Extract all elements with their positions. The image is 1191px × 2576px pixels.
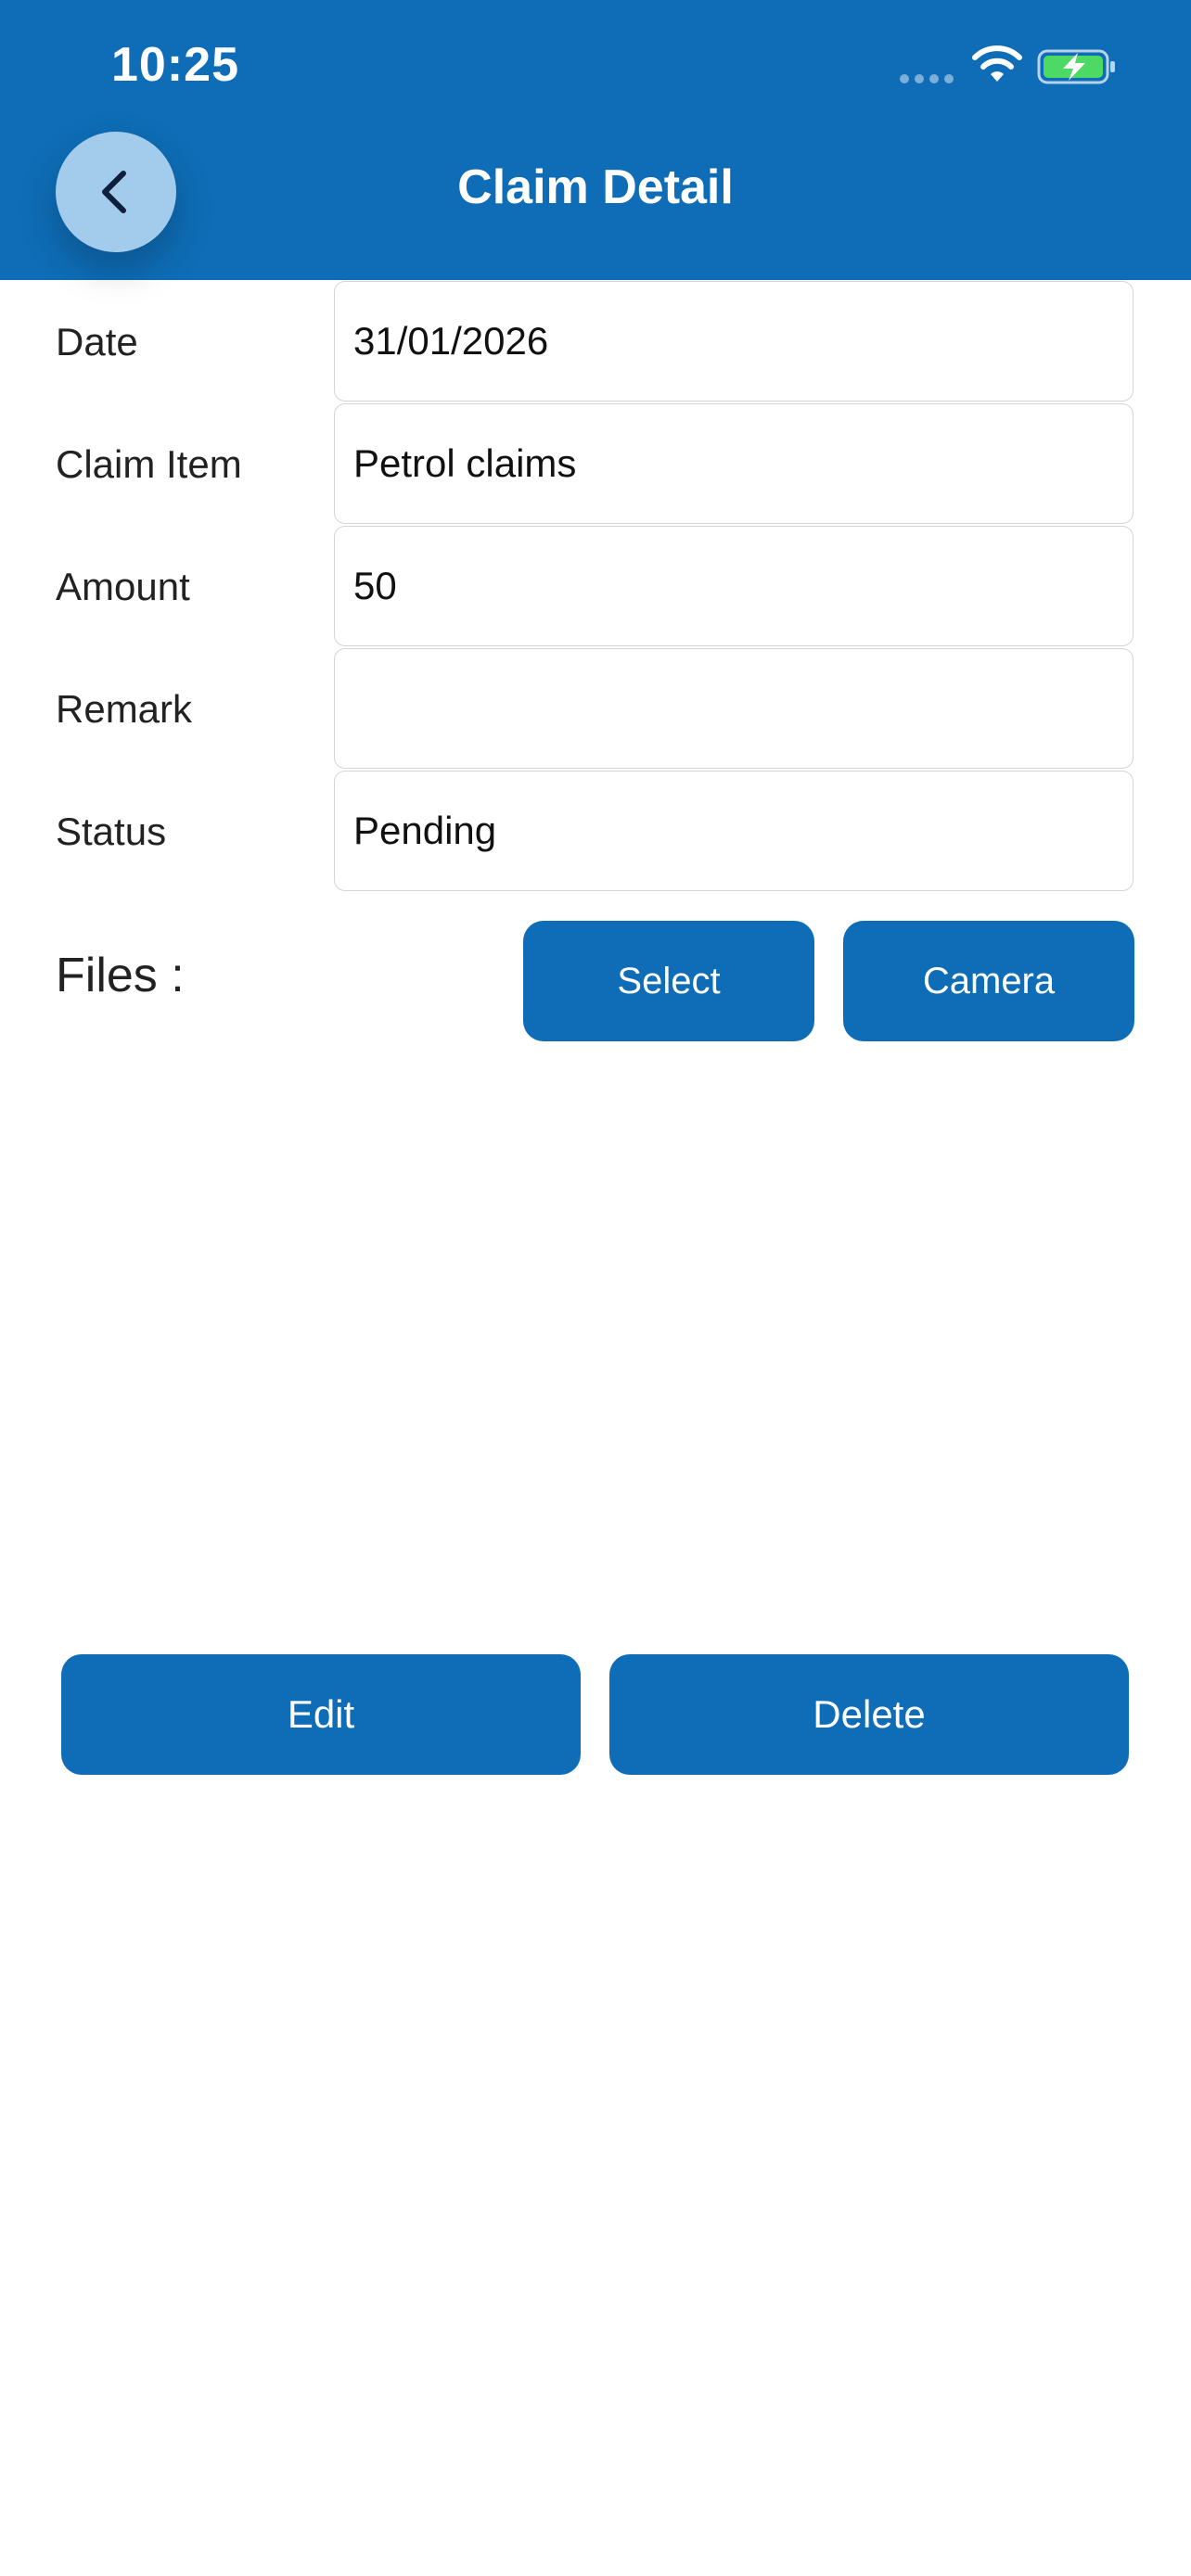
date-field[interactable]: 31/01/2026 bbox=[334, 281, 1133, 402]
remark-field[interactable] bbox=[334, 648, 1133, 769]
status-label: Status bbox=[56, 810, 167, 853]
amount-row: Amount 50 bbox=[0, 526, 1191, 648]
status-time: 10:25 bbox=[111, 38, 239, 92]
amount-label: Amount bbox=[56, 565, 190, 608]
date-label: Date bbox=[56, 320, 138, 363]
status-row: Status Pending bbox=[0, 771, 1191, 893]
camera-button[interactable]: Camera bbox=[843, 921, 1134, 1041]
header-bar: 10:25 Claim Detail bbox=[0, 0, 1191, 280]
delete-button[interactable]: Delete bbox=[609, 1654, 1129, 1775]
status-field[interactable]: Pending bbox=[334, 771, 1133, 891]
page-title: Claim Detail bbox=[457, 160, 734, 214]
cellular-signal-icon bbox=[900, 74, 955, 85]
amount-field[interactable]: 50 bbox=[334, 526, 1133, 646]
claim-item-label: Claim Item bbox=[56, 442, 242, 486]
remark-row: Remark bbox=[0, 648, 1191, 771]
battery-charging-icon bbox=[1037, 49, 1115, 84]
edit-button[interactable]: Edit bbox=[61, 1654, 581, 1775]
files-label: Files : bbox=[56, 949, 185, 1002]
wifi-icon bbox=[972, 45, 1022, 82]
remark-label: Remark bbox=[56, 687, 193, 731]
select-file-button[interactable]: Select bbox=[523, 921, 814, 1041]
claim-item-field[interactable]: Petrol claims bbox=[334, 403, 1133, 524]
date-row: Date 31/01/2026 bbox=[0, 281, 1191, 403]
claim-item-row: Claim Item Petrol claims bbox=[0, 403, 1191, 526]
